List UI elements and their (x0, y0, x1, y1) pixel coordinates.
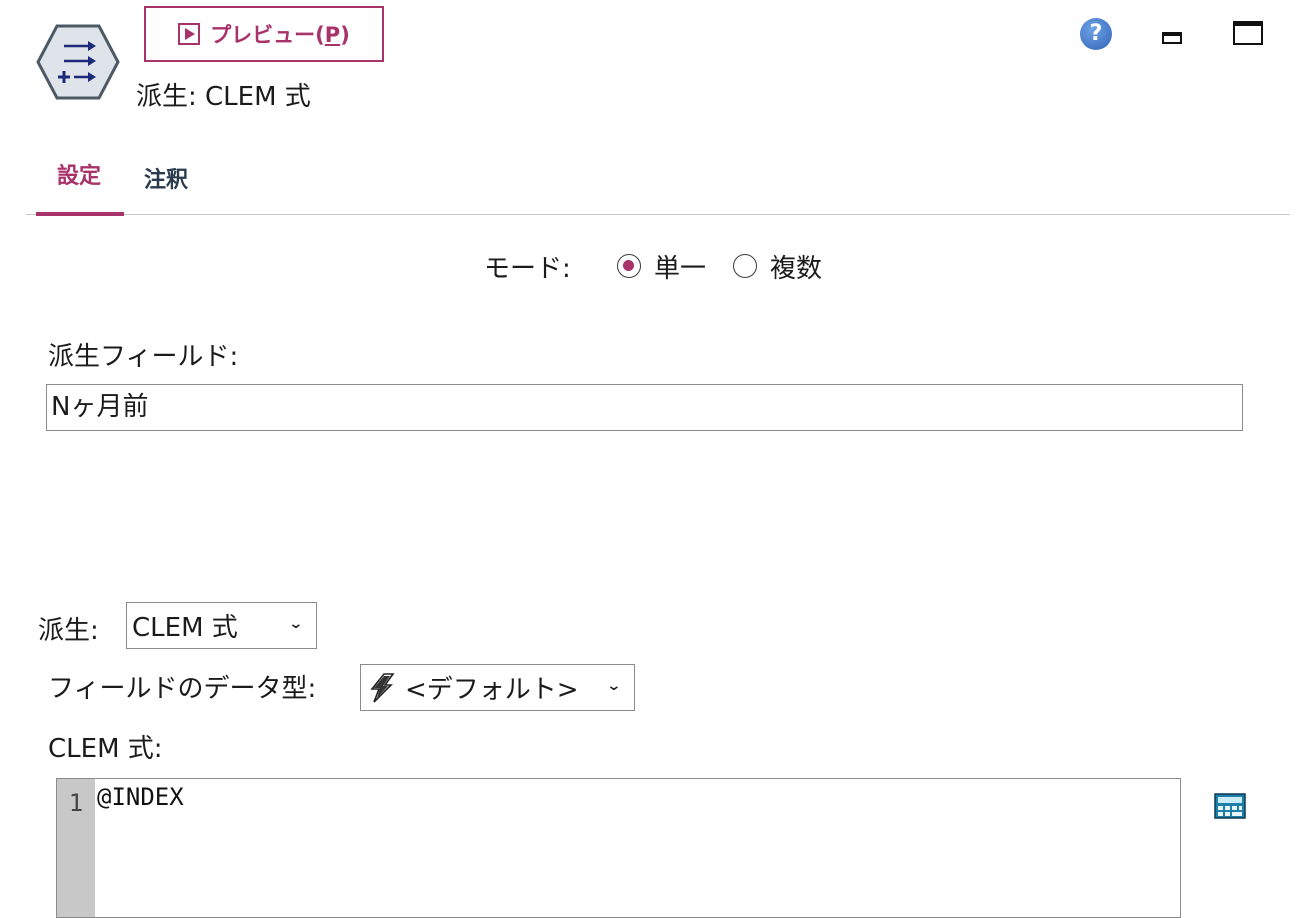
active-tab-indicator (36, 212, 124, 216)
tab-settings[interactable]: 設定 (57, 158, 101, 190)
mode-single-label[interactable]: 単一 (654, 248, 706, 285)
tab-annotations[interactable]: 注釈 (144, 162, 188, 194)
derive-as-value: CLEM 式 (132, 613, 238, 643)
help-icon[interactable]: ? (1080, 18, 1112, 50)
maximize-icon[interactable] (1233, 21, 1263, 45)
calculator-icon[interactable] (1214, 793, 1246, 819)
derive-as-dropdown[interactable]: CLEM 式 ⌄ (126, 602, 317, 649)
derive-as-label: 派生: (38, 616, 99, 646)
field-type-dropdown[interactable]: <デフォルト> ⌄ (360, 664, 635, 711)
clem-expression-editor[interactable]: 1 @INDEX (56, 778, 1181, 918)
lightning-bolt-icon (370, 672, 395, 703)
derive-node-icon (36, 24, 120, 100)
field-type-value: <デフォルト> (405, 675, 579, 705)
preview-button[interactable]: プレビュー(P) (144, 6, 384, 62)
mode-single-radio[interactable] (617, 254, 641, 278)
tab-divider (26, 214, 1290, 215)
preview-label: プレビュー(P) (210, 23, 350, 47)
derive-field-input[interactable]: Nヶ月前 (46, 384, 1243, 431)
derive-field-label: 派生フィールド: (48, 342, 239, 372)
chevron-down-icon: ⌄ (606, 678, 622, 694)
mode-label: モード: (484, 254, 571, 284)
node-title: 派生: CLEM 式 (136, 82, 311, 112)
play-icon (178, 23, 201, 45)
code-line[interactable]: @INDEX (97, 783, 184, 811)
mode-multiple-radio[interactable] (733, 254, 757, 278)
line-number: 1 (68, 789, 84, 817)
minimize-icon[interactable] (1162, 32, 1182, 44)
chevron-down-icon: ⌄ (288, 616, 304, 632)
mode-multiple-label[interactable]: 複数 (770, 248, 822, 285)
field-type-label: フィールドのデータ型: (48, 674, 317, 704)
clem-expression-label: CLEM 式: (48, 734, 163, 764)
